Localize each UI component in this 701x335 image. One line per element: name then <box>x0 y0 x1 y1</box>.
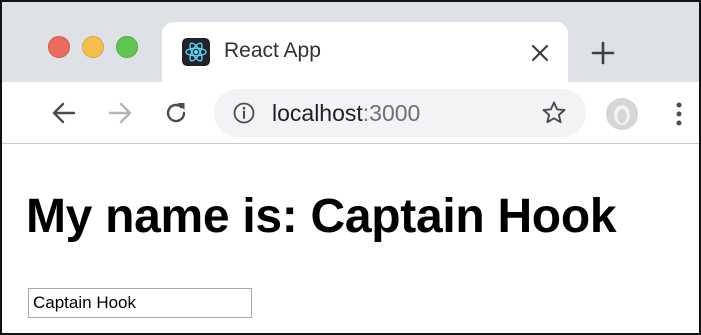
tab-title: React App <box>224 39 321 62</box>
window-minimize-button[interactable] <box>82 36 104 58</box>
name-input[interactable] <box>28 288 252 318</box>
reload-icon[interactable] <box>162 99 190 127</box>
plus-icon[interactable] <box>590 40 616 66</box>
url-text: localhost:3000 <box>272 100 420 127</box>
window-maximize-button[interactable] <box>116 36 138 58</box>
url-host: localhost <box>272 100 363 126</box>
url-port: :3000 <box>362 100 421 126</box>
browser-window: React App localhost:3000 My name is: Cap… <box>0 0 701 335</box>
kebab-menu-icon[interactable] <box>669 100 689 128</box>
tab-strip: React App <box>2 2 699 84</box>
page-heading: My name is: Captain Hook <box>26 190 617 243</box>
info-icon[interactable] <box>232 101 256 125</box>
tab-react-app[interactable]: React App <box>162 22 568 84</box>
profile-avatar-icon[interactable] <box>606 98 638 130</box>
star-icon[interactable] <box>541 100 567 126</box>
page-content: My name is: Captain Hook <box>2 145 699 333</box>
window-close-button[interactable] <box>48 36 70 58</box>
close-icon[interactable] <box>528 41 552 65</box>
react-logo-icon <box>182 38 210 66</box>
browser-toolbar: localhost:3000 <box>2 82 699 144</box>
arrow-left-icon[interactable] <box>50 99 78 127</box>
address-bar[interactable]: localhost:3000 <box>214 89 586 137</box>
arrow-right-icon[interactable] <box>106 99 134 127</box>
